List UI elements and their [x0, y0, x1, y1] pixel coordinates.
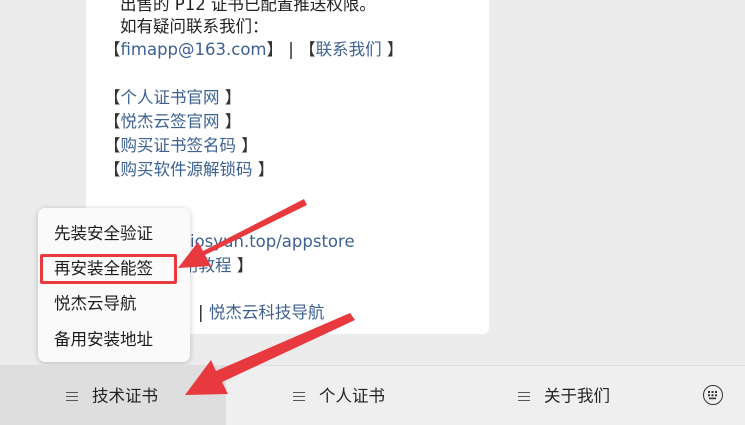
bracket-close: 】	[252, 160, 275, 179]
personal-cert-site-link[interactable]: 个人证书官网	[121, 88, 220, 107]
separator: |	[198, 303, 209, 322]
link-row-yuejie-sign: 【悦杰云签官网 】	[104, 111, 241, 133]
keyboard-glyph	[708, 391, 717, 400]
menu-icon	[66, 389, 78, 404]
separator: |	[283, 40, 300, 59]
bracket-close: 】	[231, 256, 254, 275]
popup-menu: 先装安全验证 再安装全能签 悦杰云导航 备用安装地址	[38, 208, 190, 362]
bracket-open: 【	[104, 160, 121, 179]
bracket-open: 【	[104, 88, 121, 107]
yuejie-nav-link[interactable]: 悦杰云科技导航	[209, 303, 325, 322]
screen: 出售的 P12 证书已配置推送权限。 如有疑问联系我们： 【fimapp@163…	[0, 0, 745, 425]
tab-label: 关于我们	[544, 386, 610, 406]
bracket-close: 】	[381, 40, 404, 59]
appstore-url-link[interactable]: iosyun.top/appstore	[190, 231, 355, 253]
bracket-close: 】	[219, 112, 242, 131]
tab-label: 技术证书	[92, 386, 158, 406]
contact-us-link[interactable]: 联系我们	[316, 40, 382, 59]
bracket-close: 】	[219, 88, 242, 107]
link-row-buy-sign-code: 【购买证书签名码 】	[104, 135, 258, 157]
bracket-close: 】	[236, 136, 258, 155]
bottom-tab-bar: 技术证书 个人证书 关于我们	[0, 365, 745, 425]
nav-row: | 悦杰云科技导航	[198, 302, 324, 324]
popup-item-backup-address[interactable]: 备用安装地址	[38, 324, 190, 356]
menu-icon	[293, 389, 305, 404]
tab-tech-cert[interactable]: 技术证书	[0, 366, 226, 425]
tutorial-row: 用教程 】	[182, 255, 253, 277]
tab-personal-cert[interactable]: 个人证书	[226, 366, 456, 425]
link-row-buy-unlock-code: 【购买软件源解锁码 】	[104, 159, 274, 181]
contact-prompt: 如有疑问联系我们：	[120, 17, 269, 36]
contact-row: 【fimapp@163.com】 | 【联系我们 】	[104, 39, 403, 61]
buy-sign-code-link[interactable]: 购买证书签名码	[121, 136, 237, 155]
link-row-personal-cert: 【个人证书官网 】	[104, 87, 241, 109]
tab-label: 个人证书	[319, 386, 385, 406]
email-link[interactable]: fimapp@163.com	[121, 40, 267, 59]
bracket-open: 【	[299, 40, 316, 59]
menu-icon	[518, 389, 530, 404]
popup-item-security-verify[interactable]: 先装安全验证	[38, 218, 190, 250]
bracket-close: 】	[266, 40, 284, 59]
buy-unlock-code-link[interactable]: 购买软件源解锁码	[121, 160, 253, 179]
yuejie-sign-site-link[interactable]: 悦杰云签官网	[121, 112, 220, 131]
bracket-open: 【	[104, 40, 121, 59]
popup-item-yuejie-nav[interactable]: 悦杰云导航	[38, 288, 190, 320]
bracket-open: 【	[104, 112, 121, 131]
keyboard-icon[interactable]	[703, 385, 723, 405]
message-line-cut: 出售的 P12 证书已配置推送权限。	[120, 0, 376, 14]
tab-about-us[interactable]: 关于我们	[456, 366, 686, 425]
popup-item-install-quanneng[interactable]: 再安装全能签	[38, 253, 190, 285]
bracket-open: 【	[104, 136, 121, 155]
